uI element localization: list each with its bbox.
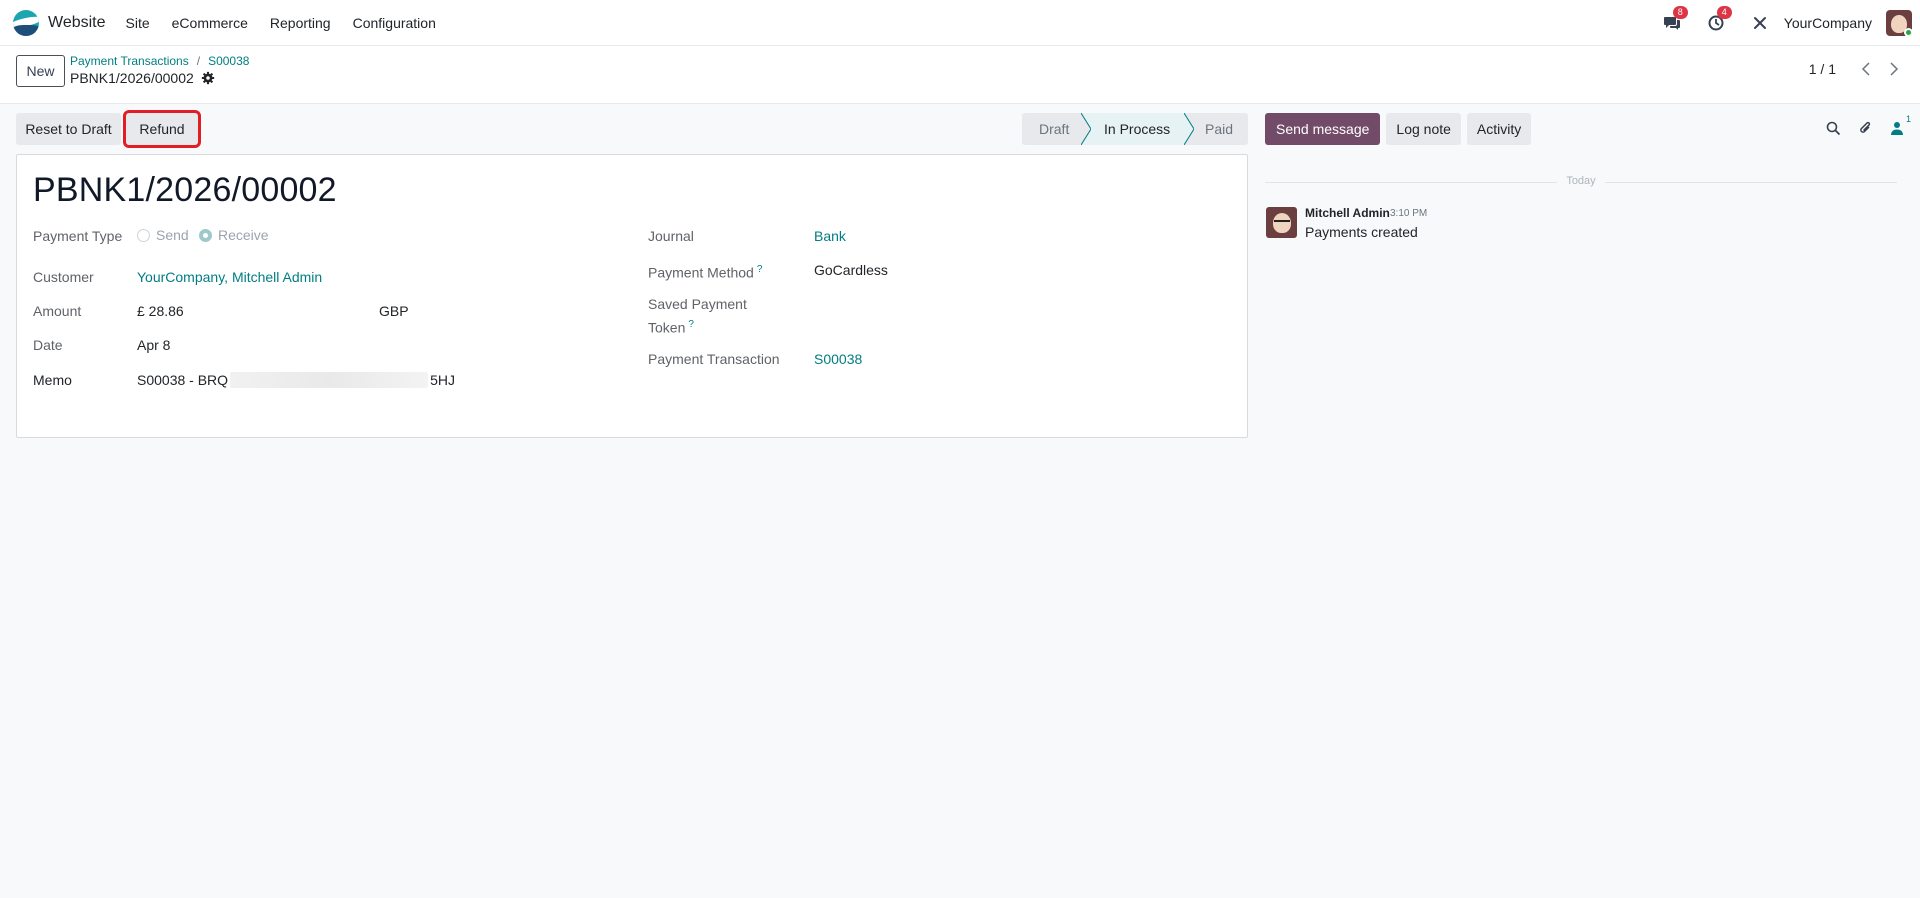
message-time: 3:10 PM [1390, 208, 1428, 219]
payment-type-label: Payment Type [33, 228, 123, 244]
help-tooltip-icon[interactable]: ? [688, 319, 694, 330]
send-message-button[interactable]: Send message [1265, 113, 1381, 145]
status-stages: Draft In Process Paid [1022, 113, 1248, 145]
stage-in-process[interactable]: In Process [1081, 113, 1194, 145]
payment-method-label: Payment Method? [648, 261, 762, 282]
activity-button[interactable]: Activity [1466, 113, 1532, 145]
stage-in-process-label: In Process [1104, 121, 1171, 137]
debug-tools-icon[interactable] [1750, 13, 1770, 33]
payment-type-receive-radio[interactable]: Receive [199, 227, 269, 243]
breadcrumb-payment-transactions[interactable]: Payment Transactions [70, 54, 189, 68]
record-title-text: PBNK1/2026/00002 [70, 70, 194, 86]
journal-label: Journal [648, 228, 694, 244]
stage-paid-label: Paid [1205, 121, 1234, 137]
company-switcher[interactable]: YourCompany [1784, 15, 1872, 31]
saved-payment-token-label-text: Token [648, 319, 686, 336]
activity-clock-icon[interactable]: 4 [1706, 6, 1732, 33]
pager: 1 / 1 [1809, 46, 1920, 92]
online-status-icon [1904, 28, 1912, 36]
reset-to-draft-button[interactable]: Reset to Draft [16, 113, 121, 145]
paperclip-icon[interactable] [1856, 117, 1874, 139]
systray: 8 4 YourCompany [1662, 0, 1920, 46]
followers-button[interactable]: 1 [1888, 114, 1911, 139]
date-separator: Today [1265, 175, 1897, 189]
form-sheet: PBNK1/2026/00002 Payment Type Send Recei… [16, 154, 1248, 438]
form-statusbar: Reset to Draft Refund Draft In Process P… [16, 110, 1248, 148]
saved-payment-token-label-line1: Saved Payment [648, 296, 747, 312]
chatter-tools: 1 [1824, 114, 1911, 139]
radio-unchecked-icon [137, 228, 150, 242]
record-title: PBNK1/2026/00002 [70, 70, 215, 86]
menu-item-reporting[interactable]: Reporting [259, 15, 342, 31]
payment-type-send-label: Send [156, 227, 189, 243]
radio-checked-icon [199, 228, 212, 242]
stage-arrow-icon [1081, 113, 1091, 145]
date-label: Date [33, 337, 63, 353]
chevron-right-icon [1890, 62, 1899, 76]
stage-draft[interactable]: Draft [1022, 113, 1082, 145]
breadcrumb: Payment Transactions / S00038 [70, 54, 249, 68]
date-field[interactable]: Apr 8 [137, 336, 170, 354]
gear-icon[interactable] [201, 71, 215, 85]
chevron-left-icon [1861, 62, 1870, 76]
website-app-icon[interactable] [13, 9, 39, 36]
menu-item-ecommerce[interactable]: eCommerce [161, 15, 259, 31]
control-panel: New Payment Transactions / S00038 PBNK1/20… [0, 46, 1920, 104]
message-author-avatar[interactable] [1266, 207, 1297, 238]
divider [1605, 182, 1897, 183]
customer-field[interactable]: YourCompany, Mitchell Admin [137, 268, 322, 286]
pager-previous-button[interactable] [1852, 55, 1880, 83]
stage-draft-label: Draft [1039, 121, 1070, 137]
pager-value[interactable]: 1 / 1 [1809, 61, 1836, 77]
user-avatar[interactable] [1886, 10, 1912, 36]
memo-field[interactable]: S00038 - BRQ 5HJ [137, 371, 455, 389]
log-note-button[interactable]: Log note [1386, 113, 1461, 145]
main-menu: Site eCommerce Reporting Configuration [115, 15, 447, 31]
stage-arrow-icon [1184, 113, 1194, 145]
amount-field[interactable]: £ 28.86 [137, 302, 184, 320]
top-navbar: Website Site eCommerce Reporting Configu… [0, 0, 1920, 46]
saved-payment-token-label: Saved Payment [648, 295, 747, 313]
memo-suffix: 5HJ [430, 372, 455, 388]
menu-item-configuration[interactable]: Configuration [342, 15, 447, 31]
payment-type-send-radio[interactable]: Send [137, 227, 189, 243]
memo-label: Memo [33, 372, 72, 388]
message-author[interactable]: Mitchell Admin [1305, 206, 1390, 220]
saved-payment-token-label-line2: Token? [648, 316, 694, 337]
search-icon[interactable] [1824, 117, 1842, 139]
payment-method-field[interactable]: GoCardless [814, 261, 888, 279]
payment-transaction-label: Payment Transaction [648, 351, 780, 367]
divider [1265, 182, 1557, 183]
payment-method-label-text: Payment Method [648, 264, 754, 281]
breadcrumb-separator: / [196, 54, 201, 68]
date-separator-label: Today [1566, 175, 1596, 187]
breadcrumb-s00038[interactable]: S00038 [208, 54, 249, 68]
amount-label: Amount [33, 303, 82, 319]
payment-transaction-field[interactable]: S00038 [814, 350, 862, 368]
refund-button[interactable]: Refund [123, 110, 201, 148]
memo-prefix: S00038 - BRQ [137, 372, 229, 388]
followers-count: 1 [1905, 114, 1911, 124]
pager-next-button[interactable] [1880, 55, 1908, 83]
activities-badge: 4 [1716, 6, 1732, 19]
journal-field[interactable]: Bank [814, 227, 846, 245]
menu-item-site[interactable]: Site [115, 15, 161, 31]
help-tooltip-icon[interactable]: ? [757, 264, 763, 275]
currency-field[interactable]: GBP [379, 302, 409, 320]
redacted-memo-segment [230, 372, 429, 388]
user-icon [1891, 122, 1903, 135]
record-name: PBNK1/2026/00002 [33, 171, 337, 209]
payment-type-receive-label: Receive [218, 227, 269, 243]
messages-badge: 8 [1672, 6, 1688, 19]
new-button[interactable]: New [16, 55, 65, 87]
chatter-actions: Send message Log note Activity [1265, 113, 1532, 145]
app-name[interactable]: Website [48, 14, 106, 32]
message-body: Payments created [1305, 224, 1418, 240]
customer-label: Customer [33, 269, 94, 285]
messaging-icon[interactable]: 8 [1662, 6, 1688, 33]
